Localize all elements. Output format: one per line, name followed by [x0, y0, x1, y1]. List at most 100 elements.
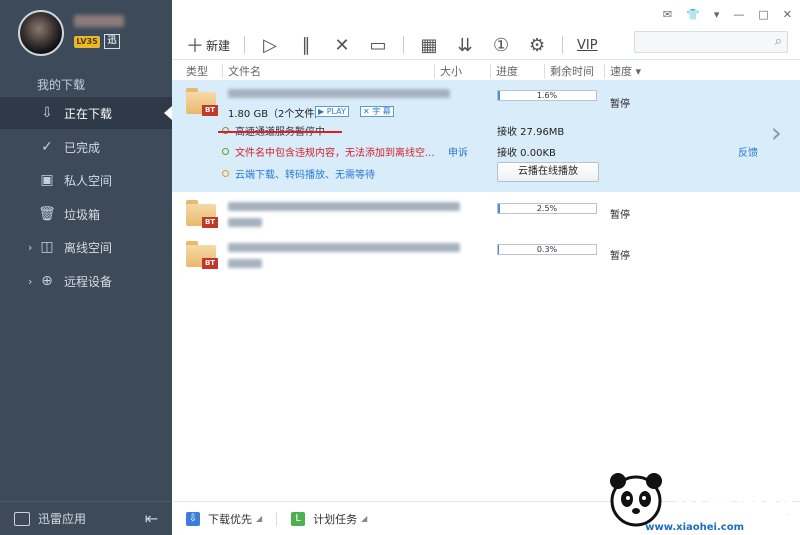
menu-icon[interactable]: ▾	[714, 8, 720, 21]
window-controls: ✉ 👕 ▾ — □ ✕	[663, 8, 792, 21]
qr-button[interactable]: ▦	[418, 34, 440, 56]
col-divider	[604, 64, 605, 78]
toolbar: ＋ 新建 ▷ ∥ ✕ ▭ ▦ ⇊ ① ⚙ VIP	[184, 32, 612, 58]
bt-folder-icon: BT	[186, 200, 218, 228]
level-badge: LV35	[74, 36, 100, 48]
delete-icon: ✕	[334, 34, 350, 56]
chevron-right-icon[interactable]: ›	[771, 116, 782, 149]
scheduled-task-icon: L	[291, 511, 306, 526]
search-input[interactable]: ⌕	[634, 31, 788, 53]
sidebar-item-remote[interactable]: › ⊕ 远程设备	[0, 265, 172, 297]
check-circle-icon: ✓	[41, 139, 53, 155]
sidebar-item-downloading[interactable]: ⇩ 正在下载	[0, 97, 172, 129]
task-status: 暂停	[610, 99, 630, 110]
bt-folder-icon: BT	[186, 241, 218, 269]
subtitle-tag[interactable]: ✕ 字 幕	[360, 106, 394, 117]
bt-folder-icon: BT	[186, 88, 218, 116]
sort-button[interactable]: ⇊	[454, 34, 476, 56]
progress-bar: 1.6%	[497, 90, 597, 101]
collapse-sidebar-icon[interactable]: ⇤	[145, 509, 158, 528]
received-offline: 接收 0.00KB	[497, 148, 556, 159]
progress-text: 0.3%	[536, 245, 558, 254]
start-button[interactable]: ▷	[259, 34, 281, 56]
sidebar-item-label: 垃圾箱	[64, 207, 101, 222]
main-panel: ✉ 👕 ▾ — □ ✕ ＋ 新建 ▷ ∥ ✕ ▭ ▦ ⇊ ① ⚙ VIP ⌕ 类…	[172, 0, 800, 535]
info-line-cloud: 云端下载、转码播放、无需等待	[222, 166, 375, 181]
chevron-right-icon: ›	[28, 274, 33, 288]
cloud-play-button[interactable]: 云播在线播放	[497, 162, 599, 182]
sidebar-item-trash[interactable]: 🗑 垃圾箱	[0, 198, 172, 230]
caret-icon: ◢	[256, 514, 263, 523]
col-divider	[490, 64, 491, 78]
progress-fill	[498, 91, 500, 100]
sidebar-item-completed[interactable]: ✓ 已完成	[0, 131, 172, 163]
sidebar-bottom: 迅雷应用 ⇤	[0, 501, 172, 535]
sort-icon: ⇊	[457, 34, 473, 56]
task-size: 1.80 GB（2个文件）	[228, 109, 325, 120]
progress-fill	[498, 245, 500, 254]
minimize-icon[interactable]: —	[733, 8, 744, 21]
vip-status-icon[interactable]: 迅	[104, 34, 120, 49]
sidebar-item-private[interactable]: ▣ 私人空间	[0, 164, 172, 196]
speed-limit-icon: ①	[492, 34, 510, 56]
sidebar-item-label: 正在下载	[64, 106, 113, 121]
sidebar-item-label: 远程设备	[64, 274, 113, 289]
apps-label[interactable]: 迅雷应用	[38, 510, 86, 527]
new-file-icon: ＋	[186, 36, 204, 57]
col-filename[interactable]: 文件名	[228, 63, 261, 79]
task-filename-blurred	[228, 243, 460, 252]
bt-badge: BT	[202, 105, 218, 116]
play-tag[interactable]: ▶ PLAY	[315, 106, 349, 117]
remote-device-icon: ⊕	[41, 273, 53, 289]
search-icon[interactable]: ⌕	[775, 34, 782, 49]
task-row[interactable]: BT 0.3% 暂停	[172, 237, 800, 275]
sidebar-item-offline[interactable]: › ◫ 离线空间	[0, 231, 172, 263]
col-divider	[544, 64, 545, 78]
col-progress[interactable]: 进度	[496, 63, 518, 79]
sidebar-item-label: 已完成	[64, 140, 101, 155]
col-divider	[434, 64, 435, 78]
pause-icon: ∥	[301, 34, 311, 56]
pause-button[interactable]: ∥	[295, 34, 317, 56]
task-filename-blurred	[228, 89, 450, 98]
col-speed[interactable]: 速度 ▾	[610, 63, 641, 79]
new-task-button[interactable]: ＋ 新建	[184, 34, 230, 57]
speed-limit-button[interactable]: ①	[490, 34, 512, 56]
task-row[interactable]: BT 2.5% 暂停	[172, 196, 800, 234]
username-blurred[interactable]	[74, 15, 124, 27]
skin-icon[interactable]: 👕	[686, 8, 700, 21]
task-row-selected[interactable]: BT 1.80 GB（2个文件） ▶ PLAY ✕ 字 幕 1.6% 暂停 高速…	[172, 80, 800, 192]
col-remaining[interactable]: 剩余时间	[550, 63, 594, 79]
bt-badge: BT	[202, 258, 218, 269]
toolbar-divider	[403, 36, 405, 54]
avatar[interactable]	[18, 10, 64, 56]
settings-button[interactable]: ⚙	[526, 34, 548, 56]
close-icon[interactable]: ✕	[783, 8, 792, 21]
download-arrow-icon: ⇩	[41, 105, 53, 121]
feedback-link[interactable]: 反馈	[738, 144, 758, 159]
download-priority-button[interactable]: ⇩ 下载优先 ◢	[186, 511, 262, 527]
chevron-right-icon: ›	[28, 240, 33, 254]
bottom-divider	[276, 511, 278, 526]
appeal-link[interactable]: 申诉	[448, 144, 468, 159]
scheduled-task-button[interactable]: L 计划任务 ◢	[291, 511, 367, 527]
sidebar-item-label: 离线空间	[64, 240, 113, 255]
maximize-icon[interactable]: □	[758, 8, 768, 21]
delete-button[interactable]: ✕	[331, 34, 353, 56]
progress-fill	[498, 204, 501, 213]
vip-button[interactable]: VIP	[577, 38, 598, 53]
col-divider	[222, 64, 223, 78]
task-size-blurred	[228, 259, 262, 268]
mail-icon[interactable]: ✉	[663, 8, 672, 21]
col-size[interactable]: 大小	[440, 63, 462, 79]
sidebar-item-label: 私人空间	[64, 173, 113, 188]
toolbar-divider	[244, 36, 246, 54]
top-bar: ✉ 👕 ▾ — □ ✕ ＋ 新建 ▷ ∥ ✕ ▭ ▦ ⇊ ① ⚙ VIP ⌕	[172, 0, 800, 60]
apps-icon[interactable]	[14, 511, 30, 526]
col-type[interactable]: 类型	[186, 63, 208, 79]
open-folder-button[interactable]: ▭	[367, 34, 389, 56]
caret-icon: ◢	[361, 514, 368, 523]
info-offline-text: 文件名中包含违规内容，无法添加到离线空...	[235, 148, 435, 159]
sidebar: LV35 迅 我的下载 ⇩ 正在下载 ✓ 已完成 ▣ 私人空间 🗑 垃圾箱 › …	[0, 0, 172, 535]
qr-code-icon: ▦	[420, 34, 438, 56]
